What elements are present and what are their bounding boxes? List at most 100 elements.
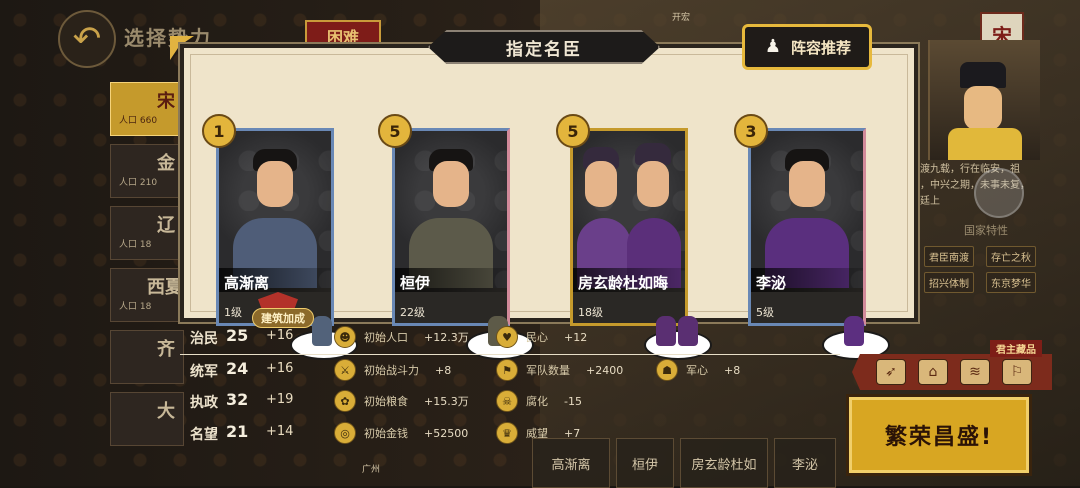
- stat-row-zhizheng: 执政 32 +19 ✿ 初始粮食 +15.3万 ☠ 腐化 -15: [180, 386, 840, 416]
- effect-item: ◎ 初始金钱 +52500: [334, 422, 468, 444]
- figure-face-right: [637, 161, 669, 207]
- effect-value: -15: [564, 394, 582, 408]
- stat-name: 统军: [190, 364, 218, 380]
- effect-value: +8: [435, 363, 452, 377]
- star-badge: 1: [202, 114, 236, 148]
- star-count: 5: [567, 121, 579, 141]
- trait-chip[interactable]: 君臣南渡: [924, 246, 974, 267]
- ruler-portrait: [928, 40, 1040, 160]
- figure-face: [257, 161, 293, 207]
- faction-name: 西夏: [147, 277, 183, 298]
- soldier-icon: ☗: [656, 359, 678, 381]
- stat-value: 32: [226, 390, 249, 409]
- star-count: 1: [213, 121, 225, 141]
- stat-value: 24: [226, 359, 249, 378]
- effect-label: 初始金钱: [364, 427, 408, 440]
- treasures-label: 君主藏品: [990, 340, 1042, 357]
- effect-label: 军心: [686, 364, 708, 377]
- ruler-hat: [960, 62, 1006, 88]
- heart-icon: ♥: [496, 326, 518, 348]
- chess-pawn-icon: ♟: [764, 36, 782, 57]
- faction-list: 宋 人口 660 金 人口 210 辽 人口 18 西夏 人口 18 齐 大: [110, 82, 184, 454]
- effect-value: +12: [564, 330, 588, 344]
- stat-value: 25: [226, 326, 249, 345]
- effect-value: +2400: [586, 363, 624, 377]
- card-level: 22级: [400, 306, 425, 319]
- faction-item-qi[interactable]: 齐: [110, 330, 184, 384]
- stat-name: 名望: [190, 427, 218, 443]
- recommend-label: 阵容推荐: [790, 38, 851, 57]
- star-count: 5: [389, 121, 401, 141]
- prosper-button[interactable]: 繁荣昌盛!: [846, 394, 1032, 476]
- card-level: 18级: [578, 306, 603, 319]
- card-portrait: [395, 131, 507, 288]
- effect-value: +15.3万: [424, 395, 469, 408]
- faction-name: 齐: [157, 339, 175, 360]
- faction-name: 宋: [157, 91, 175, 112]
- star-badge: 5: [556, 114, 590, 148]
- stat-row-tongjun: 统军 24 +16 ⚔ 初始战斗力 +8 ⚑ 军队数量 +2400 ☗ 军心 +…: [180, 354, 840, 385]
- effect-label: 初始粮食: [364, 395, 408, 408]
- minister-card-fang-du[interactable]: 房玄龄杜如晦 18级 5: [556, 114, 712, 360]
- effect-label: 初始战斗力: [364, 364, 419, 377]
- side-toggle-button[interactable]: [974, 168, 1024, 218]
- stat-name: 执政: [190, 395, 218, 411]
- trait-chip[interactable]: 东京梦华: [986, 272, 1036, 293]
- map-label: 开宏: [672, 13, 691, 23]
- army-icon: ⚑: [496, 359, 518, 381]
- palace-icon[interactable]: ⌂: [918, 359, 948, 385]
- trait-chip[interactable]: 招兴体制: [924, 272, 974, 293]
- minister-dialog: 高渐离 1级 1 桓伊 22级 5 房玄龄杜如晦 18级 5 李泌 5级 3: [180, 44, 918, 360]
- faction-item-da[interactable]: 大: [110, 392, 184, 446]
- ruler-face: [964, 86, 1002, 130]
- effect-label: 初始人口: [364, 331, 408, 344]
- population-icon: ☻: [334, 326, 356, 348]
- back-button[interactable]: ↶: [58, 10, 116, 68]
- tab-li-mi[interactable]: 李泌: [774, 438, 836, 488]
- stat-bonus: +14: [266, 424, 294, 439]
- corruption-icon: ☠: [496, 390, 518, 412]
- effect-value: +12.3万: [424, 331, 469, 344]
- stat-bonus: +16: [266, 361, 294, 376]
- faction-item-song[interactable]: 宋 人口 660: [110, 82, 184, 136]
- trait-chip[interactable]: 存亡之秋: [986, 246, 1036, 267]
- effect-item: ☗ 军心 +8: [656, 359, 740, 381]
- stat-bonus: +16: [266, 328, 294, 343]
- card-name: 房玄龄杜如晦: [578, 274, 669, 292]
- effect-item: ☠ 腐化 -15: [496, 390, 582, 412]
- card-name: 桓伊: [400, 274, 431, 292]
- effect-value: +8: [724, 363, 741, 377]
- faction-item-jin[interactable]: 金 人口 210: [110, 144, 184, 198]
- minister-card-huan-yi[interactable]: 桓伊 22级 5: [378, 114, 534, 360]
- figure-face: [433, 161, 469, 207]
- back-arrow-icon: ↶: [72, 19, 102, 59]
- coin-icon: ◎: [334, 422, 356, 444]
- star-badge: 5: [378, 114, 412, 148]
- banner-icon[interactable]: ⚐: [1002, 359, 1032, 385]
- tab-huan-yi[interactable]: 桓伊: [616, 438, 674, 488]
- ruler-robe: [948, 128, 1022, 160]
- minister-card-li-mi[interactable]: 李泌 5级 3: [734, 114, 890, 360]
- bow-icon[interactable]: ➶: [876, 359, 906, 385]
- lineup-recommend-button[interactable]: ♟ 阵容推荐: [742, 24, 872, 70]
- effect-label: 腐化: [526, 395, 548, 408]
- effect-value: +52500: [424, 426, 469, 440]
- faction-population: 人口 18: [119, 302, 152, 312]
- star-count: 3: [745, 121, 757, 141]
- effect-item: ✿ 初始粮食 +15.3万: [334, 390, 469, 412]
- treasures-bar[interactable]: ➶ ⌂ ≋ ⚐: [852, 354, 1052, 390]
- faction-name: 金: [157, 153, 175, 174]
- card-name: 李泌: [756, 274, 787, 292]
- faction-item-xixia[interactable]: 西夏 人口 18: [110, 268, 184, 322]
- tab-gao-jianli[interactable]: 高渐离: [532, 438, 610, 488]
- faction-item-liao[interactable]: 辽 人口 18: [110, 206, 184, 260]
- tab-fang-du[interactable]: 房玄龄杜如: [680, 438, 768, 488]
- effect-item: ☻ 初始人口 +12.3万: [334, 326, 469, 348]
- dialog-title: 指定名臣: [428, 30, 660, 64]
- star-badge: 3: [734, 114, 768, 148]
- crossbow-icon: ⚔: [334, 359, 356, 381]
- figure-face-left: [585, 161, 617, 207]
- stat-name: 治民: [190, 331, 218, 347]
- effect-item: ⚔ 初始战斗力 +8: [334, 359, 451, 381]
- scroll-icon[interactable]: ≋: [960, 359, 990, 385]
